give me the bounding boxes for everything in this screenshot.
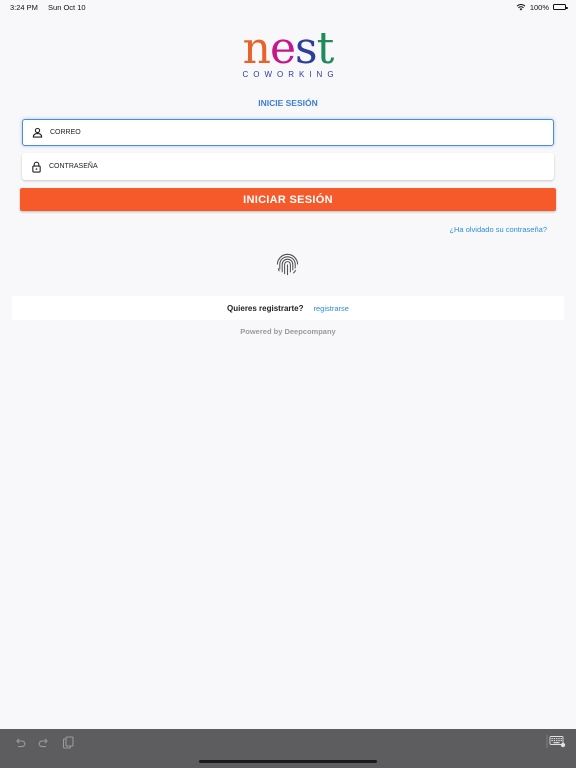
status-right: 100%	[516, 2, 568, 12]
password-field[interactable]: CONTRASEÑA	[22, 153, 554, 180]
nest-logo: nest COWORKING	[0, 23, 576, 80]
register-question: Quieres registrarte?	[227, 303, 304, 313]
status-date: Sun Oct 10	[48, 2, 86, 12]
logo-letter-e: e	[270, 23, 296, 74]
keyboard-toggle[interactable]	[546, 735, 566, 753]
register-link[interactable]: registrarse	[314, 304, 349, 313]
email-field[interactable]: CORREO	[22, 119, 554, 146]
keyboard-icon	[546, 735, 566, 748]
battery-icon	[553, 4, 568, 10]
keyboard-left-actions	[14, 736, 74, 749]
wifi-icon	[516, 4, 526, 11]
undo-icon[interactable]	[14, 737, 26, 749]
forgot-password-link[interactable]: ¿Ha olvidado su contraseña?	[449, 225, 547, 234]
redo-icon[interactable]	[38, 737, 50, 749]
logo-letter-n: n	[242, 23, 271, 74]
email-placeholder: CORREO	[50, 129, 81, 136]
register-bar: Quieres registrarte? registrarse	[12, 296, 564, 320]
page-title: INICIE SESIÓN	[258, 98, 318, 108]
logo-letter-t: t	[316, 23, 335, 74]
logo-subtitle: COWORKING	[242, 70, 339, 79]
logo-word: nest	[242, 23, 335, 74]
status-bar: 3:24 PM Sun Oct 10 100%	[0, 0, 576, 14]
password-placeholder: CONTRASEÑA	[49, 163, 98, 170]
logo-letter-s: s	[295, 23, 318, 74]
person-icon	[32, 127, 43, 138]
fingerprint-icon[interactable]	[274, 251, 301, 278]
home-indicator[interactable]	[199, 760, 377, 763]
powered-by: Powered by Deepcompany	[240, 327, 336, 336]
paste-icon[interactable]	[62, 736, 74, 749]
status-left: 3:24 PM Sun Oct 10	[10, 3, 94, 12]
lock-icon	[31, 161, 42, 173]
battery-percent: 100%	[529, 2, 549, 12]
login-button[interactable]: INICIAR SESIÓN	[20, 188, 556, 211]
status-time: 3:24 PM	[10, 2, 38, 12]
